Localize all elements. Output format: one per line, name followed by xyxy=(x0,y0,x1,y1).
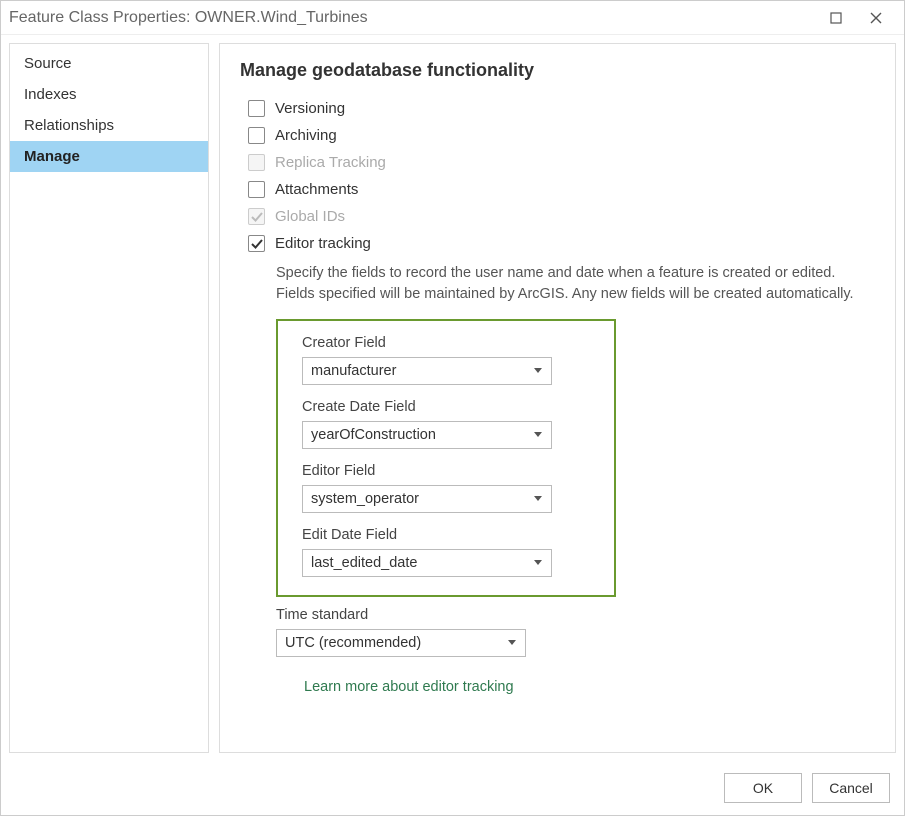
checkbox-versioning[interactable] xyxy=(248,100,265,117)
dialog-window: Feature Class Properties: OWNER.Wind_Tur… xyxy=(0,0,905,816)
maximize-button[interactable] xyxy=(816,4,856,32)
combo-creator-field[interactable]: manufacturer xyxy=(302,357,552,385)
label-attachments: Attachments xyxy=(275,181,358,198)
maximize-icon xyxy=(830,12,842,24)
sidebar-item-indexes[interactable]: Indexes xyxy=(10,79,208,110)
combo-editor-field[interactable]: system_operator xyxy=(302,485,552,513)
dialog-footer: OK Cancel xyxy=(1,761,904,815)
label-time-standard: Time standard xyxy=(276,607,875,623)
field-group-creator: Creator Field manufacturer xyxy=(302,335,590,385)
check-icon xyxy=(251,211,263,223)
label-archiving: Archiving xyxy=(275,127,337,144)
combo-value: system_operator xyxy=(311,491,531,507)
close-icon xyxy=(870,12,882,24)
titlebar: Feature Class Properties: OWNER.Wind_Tur… xyxy=(1,1,904,35)
main-panel: Manage geodatabase functionality Version… xyxy=(219,43,896,753)
dialog-body: Source Indexes Relationships Manage Mana… xyxy=(1,35,904,761)
combo-value: yearOfConstruction xyxy=(311,427,531,443)
field-group-editor: Editor Field system_operator xyxy=(302,463,590,513)
label-create-date-field: Create Date Field xyxy=(302,399,590,415)
sidebar-item-relationships[interactable]: Relationships xyxy=(10,110,208,141)
combo-time-standard[interactable]: UTC (recommended) xyxy=(276,629,526,657)
checkbox-editor-tracking[interactable] xyxy=(248,235,265,252)
label-global-ids: Global IDs xyxy=(275,208,345,225)
editor-tracking-section: Specify the fields to record the user na… xyxy=(276,263,875,695)
chevron-down-icon xyxy=(531,560,545,566)
field-group-create-date: Create Date Field yearOfConstruction xyxy=(302,399,590,449)
check-row-replica-tracking: Replica Tracking xyxy=(240,149,875,176)
panel-heading: Manage geodatabase functionality xyxy=(240,60,875,81)
checkbox-archiving[interactable] xyxy=(248,127,265,144)
chevron-down-icon xyxy=(505,640,519,646)
label-editor-field: Editor Field xyxy=(302,463,590,479)
field-group-edit-date: Edit Date Field last_edited_date xyxy=(302,527,590,577)
label-edit-date-field: Edit Date Field xyxy=(302,527,590,543)
check-row-versioning: Versioning xyxy=(240,95,875,122)
checkbox-global-ids xyxy=(248,208,265,225)
sidebar-item-source[interactable]: Source xyxy=(10,48,208,79)
chevron-down-icon xyxy=(531,432,545,438)
check-row-attachments: Attachments xyxy=(240,176,875,203)
combo-edit-date-field[interactable]: last_edited_date xyxy=(302,549,552,577)
combo-value: UTC (recommended) xyxy=(285,635,505,651)
checkbox-attachments[interactable] xyxy=(248,181,265,198)
highlighted-fields-box: Creator Field manufacturer Create Date F… xyxy=(276,319,616,597)
label-versioning: Versioning xyxy=(275,100,345,117)
label-editor-tracking: Editor tracking xyxy=(275,235,371,252)
ok-button[interactable]: OK xyxy=(724,773,802,803)
window-title: Feature Class Properties: OWNER.Wind_Tur… xyxy=(9,9,816,27)
close-button[interactable] xyxy=(856,4,896,32)
combo-create-date-field[interactable]: yearOfConstruction xyxy=(302,421,552,449)
check-row-editor-tracking: Editor tracking xyxy=(240,230,875,257)
combo-value: manufacturer xyxy=(311,363,531,379)
check-row-archiving: Archiving xyxy=(240,122,875,149)
sidebar: Source Indexes Relationships Manage xyxy=(9,43,209,753)
checkbox-replica-tracking xyxy=(248,154,265,171)
cancel-button[interactable]: Cancel xyxy=(812,773,890,803)
sidebar-item-manage[interactable]: Manage xyxy=(10,141,208,172)
check-icon xyxy=(251,238,263,250)
chevron-down-icon xyxy=(531,368,545,374)
label-replica-tracking: Replica Tracking xyxy=(275,154,386,171)
editor-tracking-description: Specify the fields to record the user na… xyxy=(276,263,856,305)
label-creator-field: Creator Field xyxy=(302,335,590,351)
check-row-global-ids: Global IDs xyxy=(240,203,875,230)
chevron-down-icon xyxy=(531,496,545,502)
combo-value: last_edited_date xyxy=(311,555,531,571)
field-group-time-standard: Time standard UTC (recommended) xyxy=(276,607,875,657)
learn-more-link[interactable]: Learn more about editor tracking xyxy=(304,679,875,695)
